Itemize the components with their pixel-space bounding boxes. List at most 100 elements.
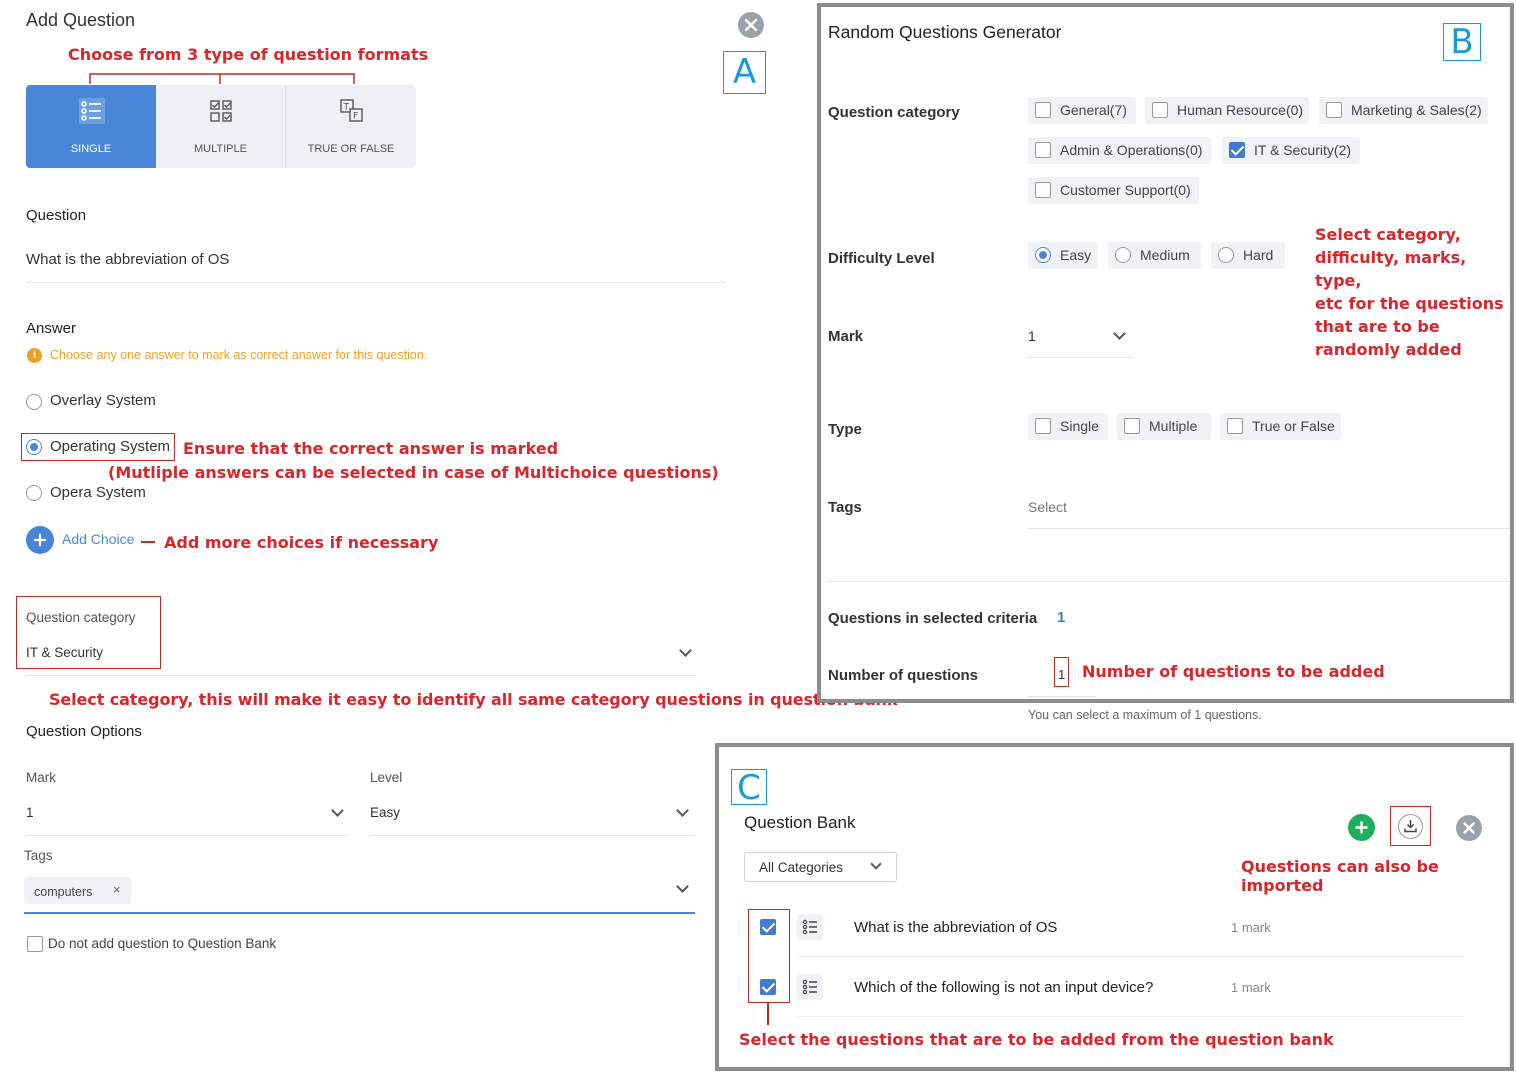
rg-max-note: You can select a maximum of 1 questions. [1028,708,1262,722]
rg-tags-underline [1028,528,1510,529]
panel-letter-a: A [723,51,766,94]
rg-category-admin[interactable]: Admin & Operations(0) [1028,137,1211,164]
rg-type-single[interactable]: Single [1028,413,1108,440]
choice-radio-2[interactable] [26,439,42,455]
rg-difficulty-radio[interactable] [1218,247,1234,263]
panel-letter-c: C [731,769,767,806]
level-chevron-down-icon[interactable] [676,804,689,817]
rg-difficulty-text: Easy [1060,247,1092,263]
rg-type-checkbox[interactable] [1035,418,1051,434]
rg-difficulty-hard[interactable]: Hard [1211,242,1285,269]
category-filter[interactable]: All Categories [744,852,897,882]
rg-category-text: IT & Security(2) [1254,142,1351,158]
choice-radio-3[interactable] [26,485,42,501]
tag-remove-icon[interactable]: × [113,882,121,897]
question-input[interactable]: What is the abbreviation of OS [26,251,726,268]
panel-letter-b: B [1443,23,1481,61]
rg-category-checkbox[interactable] [1035,102,1051,118]
choice-label-1: Overlay System [50,392,156,409]
rg-category-label: Question category [828,104,960,121]
rg-category-marketing[interactable]: Marketing & Sales(2) [1319,97,1488,124]
rg-type-checkbox[interactable] [1227,418,1243,434]
add-choice-link[interactable]: Add Choice [62,531,134,547]
rg-mark-select[interactable]: 1 [1028,328,1036,344]
rg-category-checkbox[interactable] [1035,182,1051,198]
question-bank-title: Question Bank [744,813,856,832]
bank-row-text-1[interactable]: What is the abbreviation of OS [854,919,1057,936]
category-select[interactable]: IT & Security [26,645,103,660]
bank-row-marks-1: 1 mark [1231,920,1271,935]
rg-category-checkbox[interactable] [1152,102,1168,118]
rg-category-general[interactable]: General(7) [1028,97,1136,124]
annotation-category: Select category, this will make it easy … [49,690,898,709]
tag-chip-label: computers [34,885,93,899]
bank-row-marks-2: 1 mark [1231,980,1271,995]
annotation-formats: Choose from 3 type of question formats [68,45,429,64]
add-choice-button[interactable] [26,526,54,554]
add-question-title: Add Question [26,10,136,30]
tab-multiple[interactable]: MULTIPLE [156,85,286,168]
rg-category-text: Customer Support(0) [1060,182,1191,198]
random-generator-title: Random Questions Generator [828,22,1062,42]
rg-type-checkbox[interactable] [1124,418,1140,434]
rg-type-true-false[interactable]: True or False [1220,413,1341,440]
annotation-add-more: Add more choices if necessary [164,533,439,552]
filter-chevron-down-icon[interactable] [870,858,882,870]
rg-tags-select[interactable]: Select [1028,499,1067,515]
close-icon[interactable] [738,12,764,38]
tags-chevron-down-icon[interactable] [676,880,689,893]
tags-underline [24,912,695,914]
tab-single[interactable]: SINGLE [26,85,156,168]
mark-select[interactable]: 1 [26,805,34,820]
rg-category-human-resource[interactable]: Human Resource(0) [1145,97,1309,124]
rg-number-input[interactable]: 1 [1058,667,1065,682]
rg-category-text: General(7) [1060,102,1127,118]
rg-category-checkbox[interactable] [1035,142,1051,158]
svg-text:T: T [343,103,350,113]
plus-icon [34,534,46,546]
category-chevron-down-icon[interactable] [679,644,692,657]
rg-category-it-security[interactable]: IT & Security(2) [1222,137,1360,164]
tags-label: Tags [24,848,53,863]
question-label: Question [26,207,87,224]
rg-number-label: Number of questions [828,667,979,684]
rg-category-checkbox[interactable] [1326,102,1342,118]
question-bank-panel [715,743,1514,1071]
tab-single-label: SINGLE [70,143,112,155]
add-question-button[interactable] [1348,814,1375,841]
options-label: Question Options [26,723,142,740]
rg-type-multiple[interactable]: Multiple [1117,413,1211,440]
single-type-icon [797,974,823,1000]
bank-row-checkbox-2[interactable] [760,979,776,995]
rg-difficulty-easy[interactable]: Easy [1028,242,1098,269]
rg-difficulty-radio[interactable] [1115,247,1131,263]
rg-difficulty-text: Hard [1243,247,1274,263]
tab-multiple-label: MULTIPLE [194,143,247,155]
choice-radio-1[interactable] [26,394,42,410]
annotation-number: Number of questions to be added [1082,662,1385,681]
annotation-dash [141,541,155,543]
rg-category-checkbox[interactable] [1229,142,1245,158]
rg-difficulty-medium[interactable]: Medium [1108,242,1201,269]
bank-row-text-2[interactable]: Which of the following is not an input d… [854,979,1153,996]
answer-hint: Choose any one answer to mark as correct… [50,348,428,362]
choice-label-3: Opera System [50,484,146,501]
rg-type-label: Type [828,421,862,438]
rg-difficulty-text: Medium [1140,247,1190,263]
mark-label: Mark [26,770,56,785]
tab-true-false[interactable]: TF TRUE OR FALSE [286,85,416,168]
no-bank-checkbox[interactable] [27,936,43,952]
bank-row-divider [797,956,1464,957]
level-select[interactable]: Easy [370,805,400,820]
bank-row-checkbox-1[interactable] [760,919,776,935]
bank-close-icon[interactable] [1456,815,1482,841]
rg-type-text: Multiple [1149,418,1198,434]
import-button[interactable] [1398,814,1423,839]
rg-category-customer-support[interactable]: Customer Support(0) [1028,177,1199,204]
mark-chevron-down-icon[interactable] [331,804,344,817]
annotation-import: Questions can also be imported [1241,857,1439,895]
rg-difficulty-radio[interactable] [1035,247,1051,263]
level-underline [370,835,695,836]
rg-type-text: True or False [1252,418,1335,434]
annotation-random-line: difficulty, marks, type, [1315,248,1467,290]
